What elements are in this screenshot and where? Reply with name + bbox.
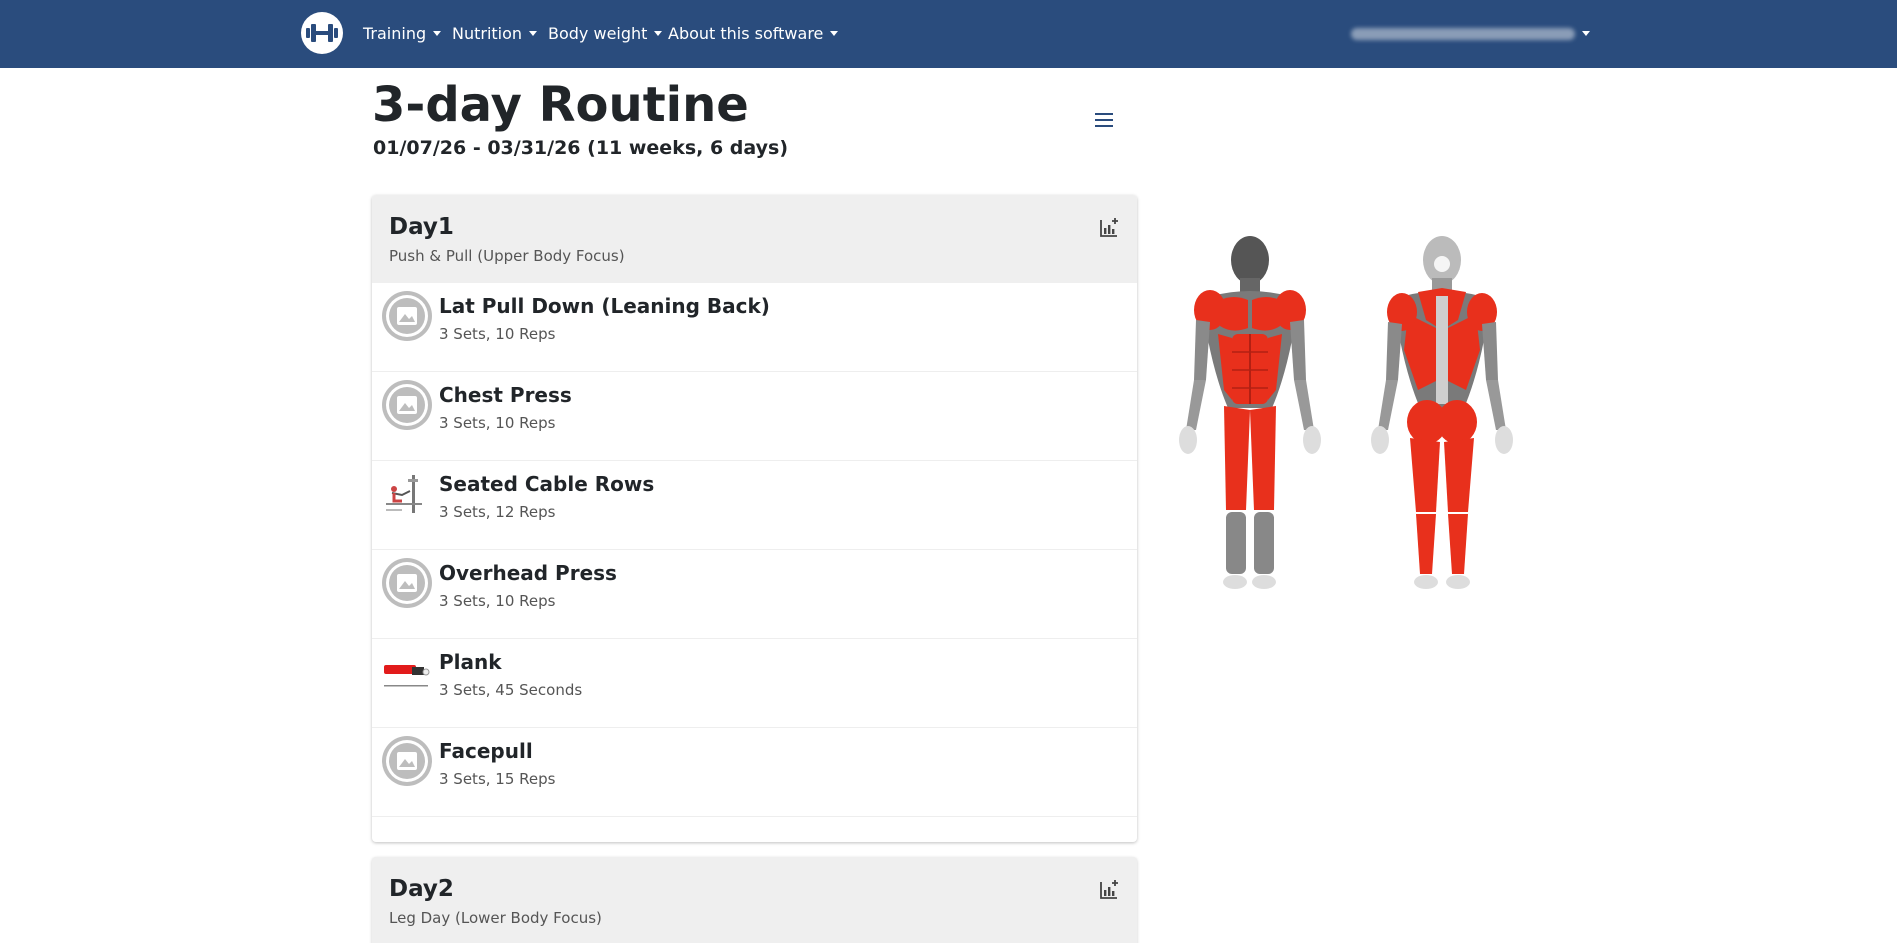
exercise-row[interactable]: Seated Cable Rows 3 Sets, 12 Reps — [372, 461, 1137, 550]
routine-date-range: 01/07/26 - 03/31/26 (11 weeks, 6 days) — [373, 137, 789, 159]
nav-training[interactable]: Training — [363, 23, 442, 45]
day-header: Day1 Push & Pull (Upper Body Focus) — [372, 195, 1137, 283]
nav-training-label: Training — [363, 24, 427, 43]
image-placeholder-icon — [382, 380, 432, 430]
caret-down-icon — [433, 31, 442, 36]
caret-down-icon — [529, 31, 538, 36]
app-logo[interactable] — [301, 12, 343, 54]
page-title: 3-day Routine — [372, 77, 749, 133]
exercise-row[interactable]: Plank 3 Sets, 45 Seconds — [372, 639, 1137, 728]
exercise-row[interactable]: Overhead Press 3 Sets, 10 Reps — [372, 550, 1137, 639]
nav-body-weight[interactable]: Body weight — [548, 23, 663, 45]
nav-about-label: About this software — [668, 24, 824, 43]
exercise-name: Chest Press — [439, 383, 572, 407]
muscle-front-figure — [1179, 236, 1321, 589]
add-statistics-icon[interactable] — [1098, 879, 1120, 901]
day-description: Leg Day (Lower Body Focus) — [389, 909, 602, 927]
add-statistics-icon[interactable] — [1098, 217, 1120, 239]
exercise-name: Facepull — [439, 739, 533, 763]
navbar: Training Nutrition Body weight About thi… — [0, 0, 1897, 68]
exercise-sets-reps: 3 Sets, 15 Reps — [439, 770, 556, 788]
exercise-name: Lat Pull Down (Leaning Back) — [439, 294, 770, 318]
muscle-back-figure — [1371, 236, 1513, 589]
caret-down-icon — [830, 31, 839, 36]
image-placeholder-icon — [382, 736, 432, 786]
caret-down-icon — [654, 31, 663, 36]
exercise-sets-reps: 3 Sets, 45 Seconds — [439, 681, 583, 699]
exercise-sets-reps: 3 Sets, 12 Reps — [439, 503, 556, 521]
exercise-sets-reps: 3 Sets, 10 Reps — [439, 325, 556, 343]
exercise-row[interactable]: Chest Press 3 Sets, 10 Reps — [372, 372, 1137, 461]
day-name: Day1 — [389, 214, 454, 240]
exercise-sets-reps: 3 Sets, 10 Reps — [439, 592, 556, 610]
user-menu[interactable] — [1351, 25, 1591, 43]
exercise-name: Overhead Press — [439, 561, 617, 585]
exercise-image — [382, 469, 432, 519]
day-description: Push & Pull (Upper Body Focus) — [389, 247, 625, 265]
username-blurred — [1351, 28, 1575, 40]
hamburger-menu-icon[interactable] — [1092, 110, 1116, 130]
nav-nutrition-label: Nutrition — [452, 24, 523, 43]
nav-about[interactable]: About this software — [668, 23, 839, 45]
exercise-row[interactable]: Lat Pull Down (Leaning Back) 3 Sets, 10 … — [372, 283, 1137, 372]
exercise-image — [382, 647, 432, 697]
image-placeholder-icon — [382, 291, 432, 341]
day-card: Day2 Leg Day (Lower Body Focus) — [372, 857, 1137, 943]
day-name: Day2 — [389, 876, 454, 902]
image-placeholder-icon — [382, 558, 432, 608]
nav-body-weight-label: Body weight — [548, 24, 648, 43]
exercise-row[interactable]: Facepull 3 Sets, 15 Reps — [372, 728, 1137, 817]
muscle-diagram — [1179, 236, 1513, 589]
exercise-name: Seated Cable Rows — [439, 472, 655, 496]
dumbbell-icon — [306, 24, 338, 42]
day-card: Day1 Push & Pull (Upper Body Focus) Lat … — [372, 195, 1137, 842]
caret-down-icon — [1582, 31, 1590, 36]
nav-nutrition[interactable]: Nutrition — [452, 23, 538, 45]
exercise-sets-reps: 3 Sets, 10 Reps — [439, 414, 556, 432]
exercise-name: Plank — [439, 650, 502, 674]
